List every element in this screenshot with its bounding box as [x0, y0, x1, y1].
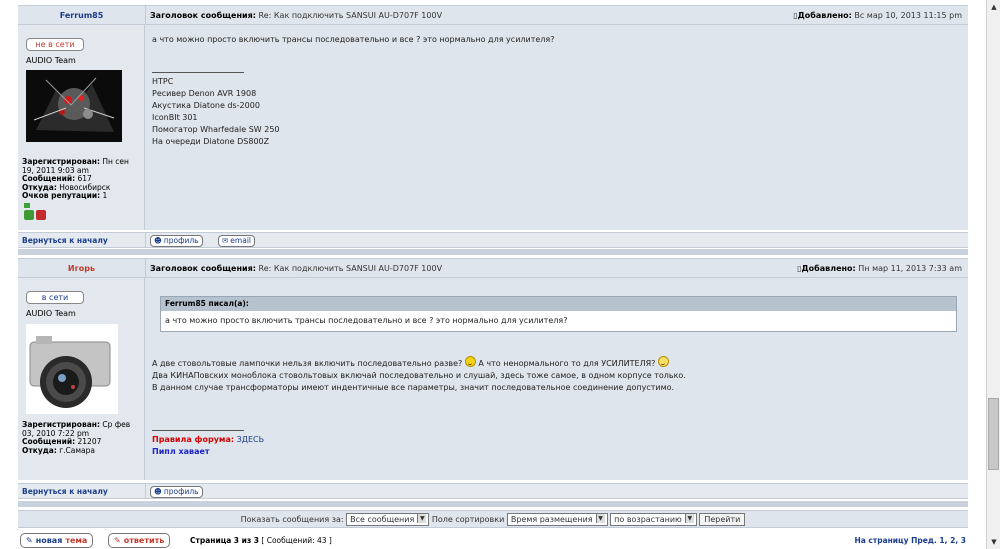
like-icon[interactable] — [24, 210, 34, 220]
signature-divider — [152, 72, 244, 73]
confused-smile-icon — [657, 356, 669, 367]
post-body: не в сети AUDIO Team Зарегистрирован: Пн… — [18, 25, 968, 230]
scroll-thumb[interactable] — [988, 398, 999, 470]
page-link[interactable]: 2 — [950, 536, 955, 545]
back-to-top-link[interactable]: Вернуться к началу — [22, 236, 108, 245]
new-topic-button[interactable]: ✎ новая тема — [20, 533, 94, 548]
page-link[interactable]: 3 — [961, 536, 966, 545]
prev-page-link[interactable]: Пред. — [911, 536, 937, 545]
vertical-scrollbar[interactable]: ▲ ▼ — [986, 0, 1000, 549]
post-footer: Вернуться к началу ☻ профиль — [18, 483, 968, 499]
show-label: Показать сообщения за: — [240, 515, 344, 524]
forum-thread: Ferrum85 Заголовок сообщения: Re: Как по… — [18, 0, 968, 549]
author-info: Зарегистрирован: Пн сен 19, 2011 9:03 am… — [22, 157, 129, 200]
show-select[interactable]: Все сообщения ▼ — [346, 513, 430, 526]
post-date: ▯Добавлено: Вс мар 10, 2013 11:15 pm — [793, 11, 962, 20]
page-link[interactable]: 1 — [939, 536, 944, 545]
status-badge: не в сети — [26, 38, 84, 51]
email-icon: ✉ — [222, 236, 229, 245]
post-author[interactable]: Ferrum85 — [18, 11, 145, 20]
message-text: А две стовольтовые лампочки нельзя включ… — [152, 356, 686, 394]
rules-link[interactable]: ЗДЕСЬ — [237, 435, 265, 444]
pagination: На страницу Пред. 1, 2, 3 — [854, 536, 966, 545]
smile-icon — [464, 356, 476, 367]
post-date: ▯Добавлено: Пн мар 11, 2013 7:33 am — [797, 264, 962, 273]
post-header: Ferrum85 Заголовок сообщения: Re: Как по… — [18, 5, 968, 25]
reputation-icon — [24, 203, 30, 208]
signature-divider — [152, 430, 244, 431]
message-text: а что можно просто включить трансы после… — [152, 35, 555, 44]
signature: Правила форума: ЗДЕСЬ Пипл хавает — [152, 435, 265, 456]
author-panel: в сети AUDIO Team Зарегистрирован: Ср фе… — [18, 278, 145, 480]
sort-label: Поле сортировки — [431, 515, 505, 524]
profile-button[interactable]: ☻ профиль — [150, 486, 203, 498]
back-to-top-link[interactable]: Вернуться к началу — [22, 487, 108, 496]
quote-text: а что можно просто включить трансы после… — [165, 316, 568, 325]
signature: НТРС Ресивер Denon AVR 1908 Акустика Dia… — [152, 77, 280, 146]
page-info: Страница 3 из 3 [ Сообщений: 43 ] — [190, 536, 332, 545]
new-topic-icon: ✎ — [26, 536, 33, 545]
avatar — [26, 70, 122, 142]
profile-icon: ☻ — [154, 236, 162, 245]
scroll-up-icon[interactable]: ▲ — [989, 2, 999, 12]
order-select[interactable]: по возрастанию ▼ — [610, 513, 697, 526]
author-panel: не в сети AUDIO Team Зарегистрирован: Пн… — [18, 25, 145, 230]
reply-icon: ✎ — [114, 536, 121, 545]
dislike-icon[interactable] — [36, 210, 46, 220]
quote-author: Ferrum85 писал(а): — [161, 297, 956, 311]
sort-bar: Показать сообщения за: Все сообщения ▼ По… — [18, 510, 968, 528]
avatar — [26, 324, 118, 414]
reply-button[interactable]: ✎ ответить — [108, 533, 171, 548]
author-team: AUDIO Team — [26, 56, 76, 65]
email-button[interactable]: ✉ email — [218, 235, 255, 247]
go-button[interactable]: Перейти — [699, 513, 746, 526]
profile-button[interactable]: ☻ профиль — [150, 235, 203, 247]
author-info: Зарегистрирован: Ср фев 03, 2010 7:22 pm… — [22, 420, 131, 455]
status-badge: в сети — [26, 291, 84, 304]
post-header: Игорь Заголовок сообщения: Re: Как подкл… — [18, 258, 968, 278]
quote-block: Ferrum85 писал(а): а что можно просто вк… — [160, 296, 957, 332]
post-subject: Заголовок сообщения: Re: Как подключить … — [150, 264, 443, 273]
sort-select[interactable]: Время размещения ▼ — [506, 513, 608, 526]
post-author[interactable]: Игорь — [18, 264, 145, 273]
post-subject: Заголовок сообщения: Re: Как подключить … — [150, 11, 443, 20]
post-body: в сети AUDIO Team Зарегистрирован: Ср фе… — [18, 278, 968, 480]
post-footer: Вернуться к началу ☻ профиль ✉ email — [18, 232, 968, 248]
author-team: AUDIO Team — [26, 309, 76, 318]
nav-row: ✎ новая тема ✎ ответить Страница 3 из 3 [… — [18, 532, 968, 548]
profile-icon: ☻ — [154, 487, 162, 496]
scroll-down-icon[interactable]: ▼ — [989, 537, 999, 547]
